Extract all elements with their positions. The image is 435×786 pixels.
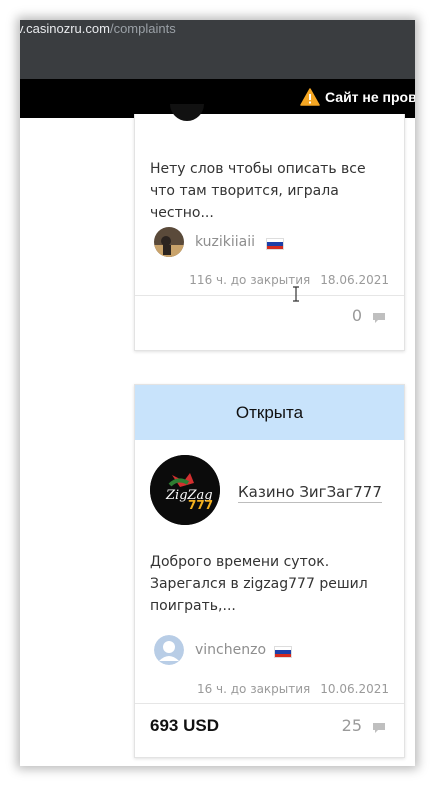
status-banner: Открыта xyxy=(135,385,404,440)
time-left: 116 ч. до закрытия xyxy=(189,273,311,287)
warning-text: Сайт не прове xyxy=(325,89,415,105)
user-name[interactable]: kuzikiiaii xyxy=(195,234,255,250)
user-avatar[interactable] xyxy=(154,635,184,665)
complaint-excerpt: Доброго времени суток. Зарегался в zigza… xyxy=(150,554,368,614)
casino-logo[interactable]: ZigZag 777 xyxy=(150,455,220,525)
comment-count: 0 xyxy=(351,306,362,325)
warning-icon xyxy=(300,88,320,106)
card-divider xyxy=(135,295,404,296)
comment-count: 25 xyxy=(341,716,362,735)
complaints-list: Нету слов чтобы описать все что там твор… xyxy=(20,104,415,766)
casino-logo-partial xyxy=(170,104,204,121)
complaint-meta: 16 ч. до закрытия 10.06.2021 xyxy=(197,682,389,696)
complaint-amount: 693 USD xyxy=(150,716,219,735)
complaint-excerpt: Нету слов чтобы описать все что там твор… xyxy=(150,161,366,221)
casino-link[interactable]: Казино ЗигЗаг777 xyxy=(238,483,382,503)
text-cursor-icon xyxy=(293,286,299,302)
user-name[interactable]: vinchenzo xyxy=(195,642,266,658)
url-path: /complaints xyxy=(109,21,176,36)
comment-icon[interactable] xyxy=(372,722,386,734)
russia-flag-icon xyxy=(266,238,284,250)
complaint-date: 10.06.2021 xyxy=(320,682,389,696)
address-bar[interactable]: v.casinozru.com/complaints xyxy=(20,20,415,79)
url-text[interactable]: v.casinozru.com/complaints xyxy=(20,21,176,36)
url-domain: v.casinozru.com xyxy=(20,21,110,36)
card-divider xyxy=(135,703,404,704)
warning-bar: Сайт не прове xyxy=(20,79,415,118)
russia-flag-icon xyxy=(274,646,292,658)
complaint-date: 18.06.2021 xyxy=(320,273,389,287)
complaint-card[interactable]: Открыта ZigZag 777 Казино ЗигЗаг777 Добр… xyxy=(134,384,405,758)
comment-icon[interactable] xyxy=(372,312,386,324)
time-left: 16 ч. до закрытия xyxy=(196,682,311,696)
user-avatar[interactable] xyxy=(154,227,184,257)
complaint-card[interactable]: Нету слов чтобы описать все что там твор… xyxy=(134,104,405,351)
complaint-meta: 116 ч. до закрытия 18.06.2021 xyxy=(189,273,389,287)
svg-text:777: 777 xyxy=(188,498,213,512)
browser-window: v.casinozru.com/complaints Сайт не прове… xyxy=(20,20,415,766)
